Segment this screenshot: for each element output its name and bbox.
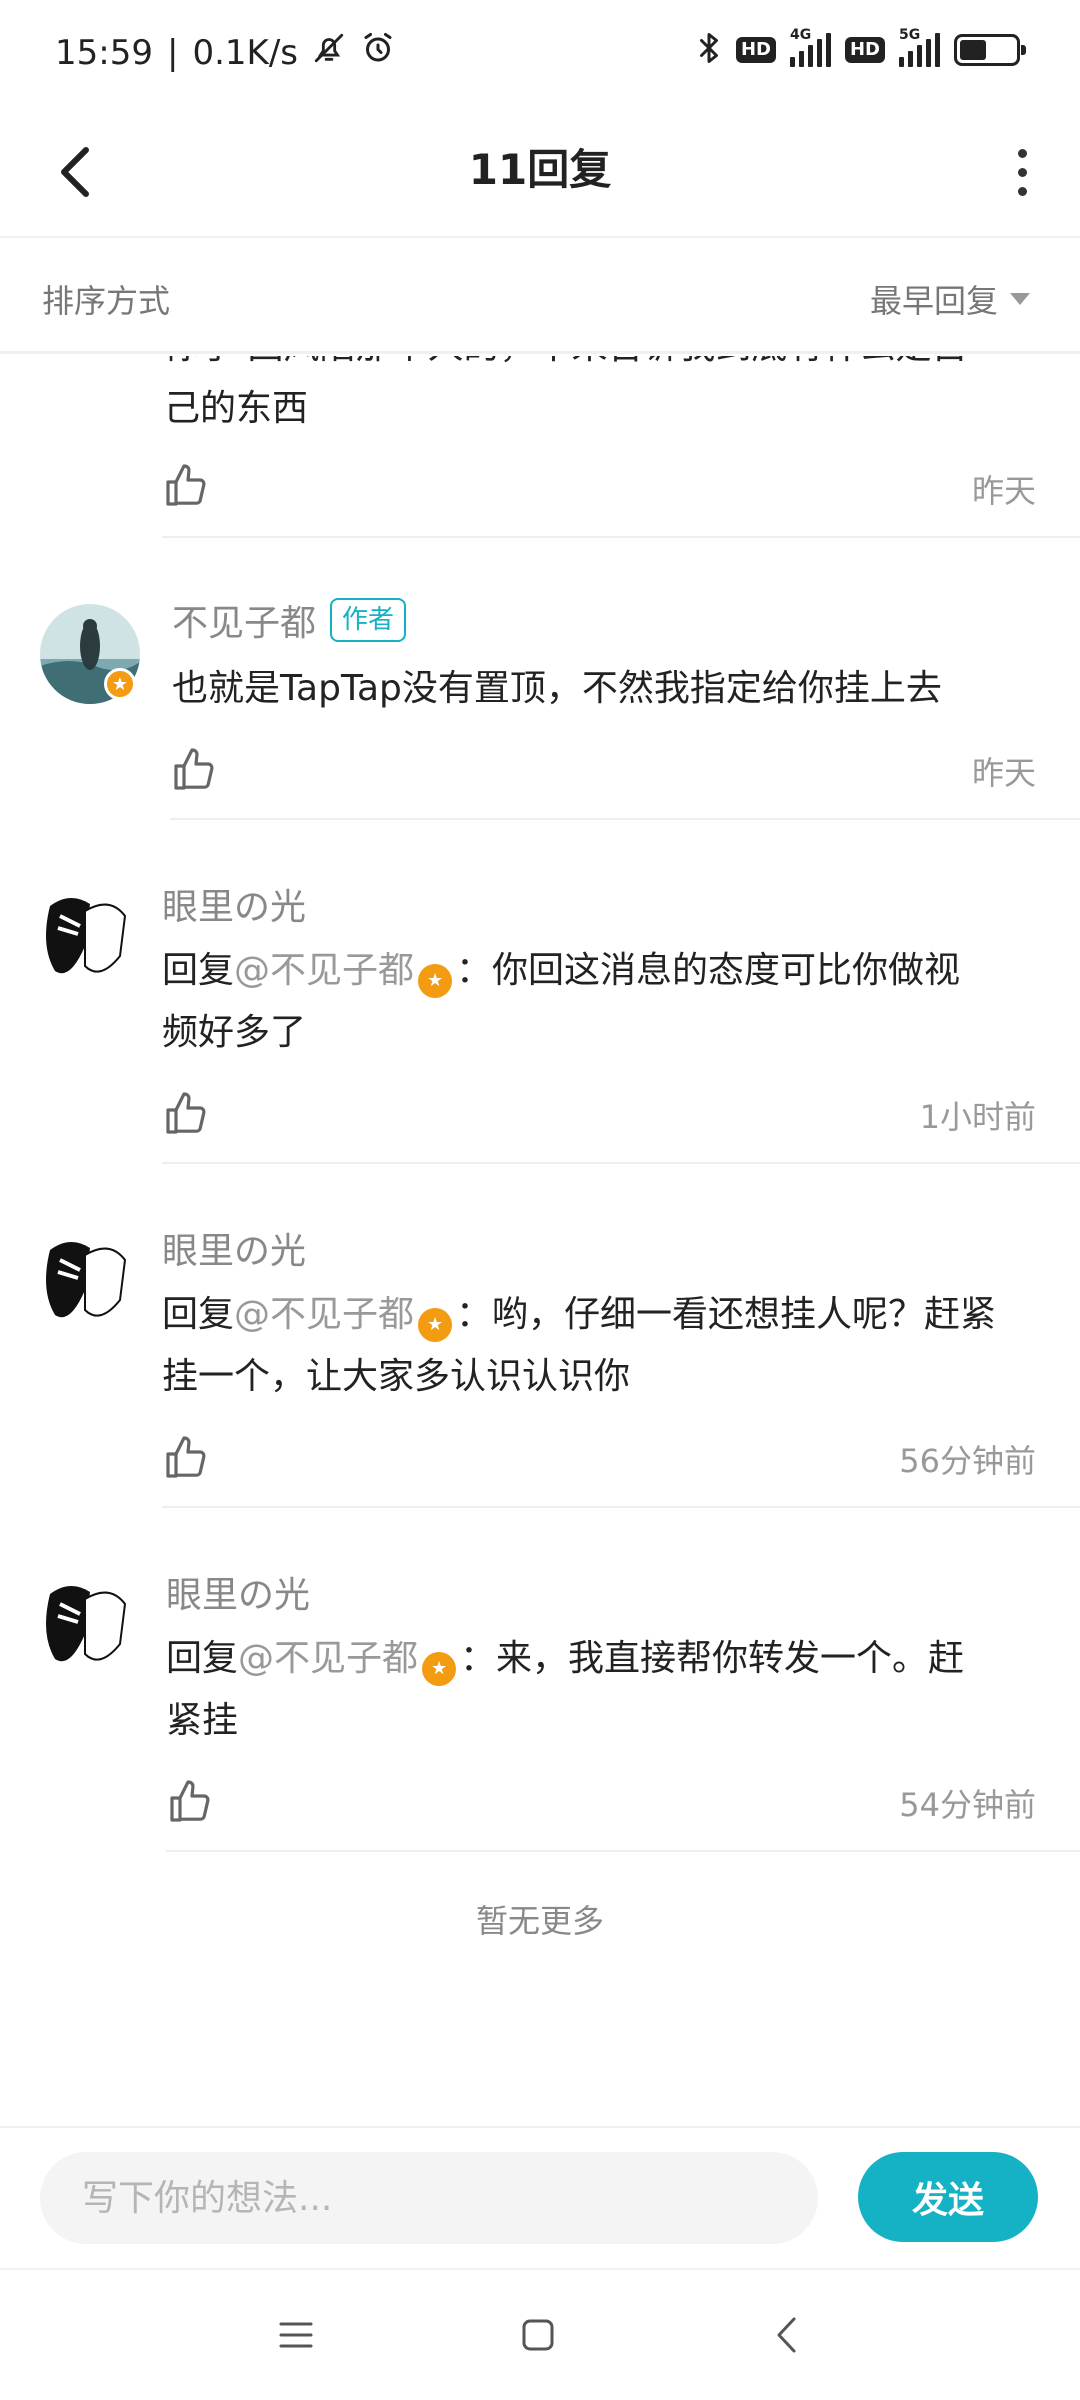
reply-text-line-1: 回复@不见子都 ★ ：你回这消息的态度可比你做视: [162, 940, 1042, 1002]
reply-author[interactable]: 眼里の光: [162, 878, 306, 930]
more-dot-icon: [1017, 186, 1027, 196]
system-nav-bar: [0, 2268, 1080, 2400]
home-square-icon: [522, 2319, 554, 2351]
reply-text-line-1: 回复@不见子都 ★ ：来，我直接帮你转发一个。赶: [166, 1628, 1046, 1690]
reply-prefix: 回复: [162, 1294, 235, 1335]
reply-text: 回复@不见子都 ★ ：你回这消息的态度可比你做视 频好多了: [162, 940, 1042, 1064]
verified-badge-icon: ★: [104, 668, 136, 700]
more-dot-icon: [1017, 148, 1027, 158]
mention-link[interactable]: @不见子都: [238, 1638, 418, 1679]
network-4g-label: 4G: [789, 27, 812, 43]
status-left: 15:59 | 0.1K/s: [55, 30, 396, 75]
reply-author[interactable]: 眼里の光: [166, 1566, 310, 1618]
verified-badge-icon: ★: [418, 964, 453, 998]
reply-text-line-2: 紧挂: [166, 1700, 239, 1741]
bluetooth-icon: [696, 30, 722, 70]
thumbs-up-icon[interactable]: [162, 462, 210, 510]
author-name: 眼里の光: [162, 1231, 307, 1272]
reply-time: 1小时前: [919, 1098, 1036, 1136]
author-tag: 作者: [330, 598, 407, 642]
home-nav-button[interactable]: [498, 2300, 578, 2370]
divider: [170, 818, 1080, 820]
sort-bar: 排序方式 最早回复: [0, 240, 1080, 354]
reply-body: ：你回这消息的态度可比你做视: [456, 950, 961, 991]
thumbs-up-icon[interactable]: [170, 746, 218, 794]
reply-prefix: 回复: [162, 950, 235, 991]
author-name: 眼里の光: [162, 887, 307, 928]
status-time: 15:59: [55, 32, 153, 73]
more-dot-icon: [1017, 167, 1027, 177]
verified-badge-icon: ★: [418, 1308, 453, 1342]
page-title: 11回复: [468, 145, 612, 194]
reply-text-line: 你了·回风陷那个人的，不来告诉我到底有什么是自: [164, 356, 1044, 378]
status-right: HD 4G HD 5G: [696, 27, 1026, 70]
verified-badge-icon: ★: [422, 1652, 457, 1686]
signal-4g-icon: 4G: [789, 27, 831, 67]
reply-text-line-2: 挂一个，让大家多认识认识你: [162, 1356, 631, 1397]
avatar[interactable]: [40, 1230, 140, 1330]
sort-label: 排序方式: [42, 282, 171, 320]
reply-text-line: 己的东西: [164, 388, 309, 429]
hd-badge-2: HD: [844, 37, 885, 63]
reply-list[interactable]: 你了·回风陷那个人的，不来告诉我到底有什么是自 己的东西 昨天 ★ 不见子都 作…: [0, 356, 1080, 2126]
divider: [162, 1162, 1080, 1164]
back-nav-button[interactable]: [746, 2300, 826, 2370]
divider: [162, 1506, 1080, 1508]
alarm-icon: [360, 30, 396, 75]
reply-text: 回复@不见子都 ★ ：来，我直接帮你转发一个。赶 紧挂: [166, 1628, 1046, 1752]
more-options-button[interactable]: [992, 132, 1052, 212]
avatar-image: [40, 1230, 140, 1330]
back-arrow-icon: [777, 2317, 796, 2353]
author-name: 眼里の光: [166, 1575, 311, 1616]
sort-selected-value: 最早回复: [869, 282, 998, 320]
reply-author[interactable]: 眼里の光: [162, 1222, 306, 1274]
menu-icon: [279, 2322, 313, 2348]
status-separator: |: [166, 32, 179, 73]
hd-badge-1: HD: [735, 37, 776, 63]
reply-text-line-1: 回复@不见子都 ★ ：哟，仔细一看还想挂人呢？赶紧: [162, 1284, 1042, 1346]
reply-time: 54分钟前: [899, 1786, 1036, 1824]
mention-link[interactable]: @不见子都: [234, 950, 414, 991]
reply-text: 回复@不见子都 ★ ：哟，仔细一看还想挂人呢？赶紧 挂一个，让大家多认识认识你: [162, 1284, 1042, 1408]
avatar-image: [40, 1574, 140, 1674]
thumbs-up-icon[interactable]: [162, 1434, 210, 1482]
reply-prefix: 回复: [166, 1638, 239, 1679]
no-more-text: 暂无更多: [475, 1902, 604, 1940]
thumbs-up-icon[interactable]: [166, 1778, 214, 1826]
avatar-image: [40, 886, 140, 986]
battery-icon: [954, 34, 1026, 66]
reply-text: 也就是TapTap没有置顶，不然我指定给你挂上去: [172, 668, 942, 709]
menu-nav-button[interactable]: [256, 2300, 336, 2370]
reply-time: 昨天: [971, 754, 1036, 792]
signal-5g-icon: 5G: [899, 27, 940, 67]
reply-body: ：哟，仔细一看还想挂人呢？赶紧: [456, 1294, 997, 1335]
status-speed: 0.1K/s: [192, 32, 298, 73]
network-5g-label: 5G: [899, 27, 921, 43]
reply-item-partial: 你了·回风陷那个人的，不来告诉我到底有什么是自 己的东西: [164, 356, 1044, 440]
top-app-bar: 11回复: [0, 110, 1080, 238]
send-button[interactable]: 发送: [858, 2152, 1038, 2242]
mention-link[interactable]: @不见子都: [234, 1294, 414, 1335]
caret-down-icon: [1010, 293, 1030, 305]
comment-input[interactable]: [40, 2152, 818, 2244]
author-name: 不见子都: [172, 603, 317, 644]
sort-dropdown[interactable]: 最早回复: [870, 276, 1030, 322]
comment-composer: 发送: [0, 2126, 1080, 2266]
thumbs-up-icon[interactable]: [162, 1090, 210, 1138]
reply-author[interactable]: 不见子都 作者: [172, 594, 407, 646]
reply-time: 56分钟前: [899, 1442, 1036, 1480]
status-bar: 15:59 | 0.1K/s HD 4G HD 5G: [0, 0, 1080, 110]
avatar[interactable]: [40, 886, 140, 986]
bell-off-icon: [312, 31, 346, 74]
reply-text-line-2: 频好多了: [162, 1012, 307, 1053]
divider: [166, 1850, 1080, 1852]
avatar[interactable]: [40, 1574, 140, 1674]
reply-body: ：来，我直接帮你转发一个。赶: [460, 1638, 965, 1679]
divider: [162, 536, 1080, 538]
reply-time: 昨天: [971, 472, 1036, 510]
